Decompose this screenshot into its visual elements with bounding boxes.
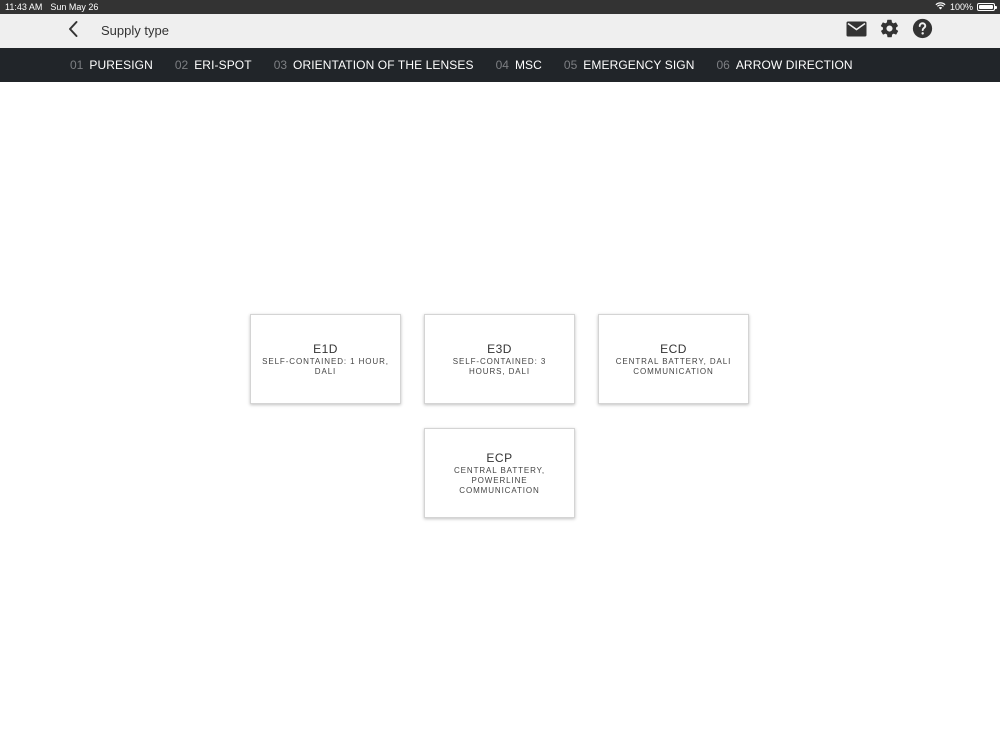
step-emergency-sign[interactable]: 05 EMERGENCY SIGN	[564, 58, 695, 72]
option-card-ecd[interactable]: ECD CENTRAL BATTERY, DALI COMMUNICATION	[598, 314, 749, 404]
status-date: Sun May 26	[50, 2, 99, 12]
step-arrow-direction[interactable]: 06 ARROW DIRECTION	[716, 58, 852, 72]
wifi-icon	[935, 2, 946, 12]
step-label: MSC	[514, 58, 542, 72]
step-puresign[interactable]: 01 PURESIGN	[70, 58, 153, 72]
step-label: ARROW DIRECTION	[735, 58, 853, 72]
option-card-e1d[interactable]: E1D SELF-CONTAINED: 1 HOUR, DALI	[250, 314, 401, 404]
battery-icon	[977, 3, 997, 11]
app-header: Supply type	[0, 14, 1000, 48]
option-code: E3D	[487, 341, 512, 356]
battery-percentage: 100%	[949, 2, 973, 12]
step-number: 01	[70, 58, 84, 72]
battery-fill	[979, 5, 993, 9]
step-navigation: 01 PURESIGN 02 ERI-SPOT 03 ORIENTATION O…	[0, 48, 1000, 82]
step-msc[interactable]: 04 MSC	[496, 58, 542, 72]
step-orientation-of-lenses[interactable]: 03 ORIENTATION OF THE LENSES	[274, 58, 474, 72]
mail-icon	[846, 21, 867, 42]
back-button[interactable]	[62, 19, 84, 43]
page-title: Supply type	[101, 23, 169, 38]
status-bar: 11:43 AM Sun May 26 100%	[0, 0, 1000, 14]
step-eri-spot[interactable]: 02 ERI-SPOT	[175, 58, 252, 72]
step-number: 02	[174, 58, 189, 72]
step-label: PURESIGN	[89, 58, 153, 72]
step-number: 04	[495, 58, 509, 72]
option-code: ECP	[486, 450, 513, 465]
option-code: E1D	[313, 341, 338, 356]
step-number: 06	[716, 58, 730, 72]
step-number: 03	[273, 58, 288, 72]
option-card-ecp[interactable]: ECP CENTRAL BATTERY, POWERLINE COMMUNICA…	[424, 428, 575, 518]
mail-button[interactable]	[845, 20, 868, 42]
gear-icon	[879, 18, 900, 44]
chevron-left-icon	[67, 20, 79, 43]
option-description: CENTRAL BATTERY, POWERLINE COMMUNICATION	[453, 465, 545, 495]
option-description: SELF-CONTAINED: 1 HOUR, DALI	[262, 356, 389, 376]
help-icon	[912, 18, 933, 44]
step-label: ORIENTATION OF THE LENSES	[293, 58, 474, 72]
help-button[interactable]	[911, 18, 934, 44]
option-description: CENTRAL BATTERY, DALI COMMUNICATION	[615, 356, 732, 376]
settings-button[interactable]	[878, 18, 901, 44]
option-description: SELF-CONTAINED: 3 HOURS, DALI	[452, 356, 547, 376]
step-number: 05	[563, 58, 578, 72]
step-label: ERI-SPOT	[194, 58, 252, 72]
option-card-e3d[interactable]: E3D SELF-CONTAINED: 3 HOURS, DALI	[424, 314, 575, 404]
status-time: 11:43 AM	[5, 2, 43, 12]
option-code: ECD	[660, 341, 687, 356]
step-label: EMERGENCY SIGN	[583, 58, 695, 72]
